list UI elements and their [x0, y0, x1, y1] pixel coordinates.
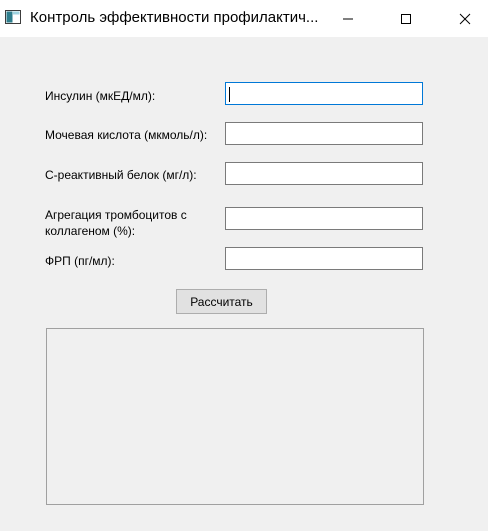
- maximize-button[interactable]: [383, 0, 429, 37]
- calculate-button[interactable]: Рассчитать: [176, 289, 267, 314]
- platelet-aggregation-label: Агрегация тромбоцитов с коллагеном (%):: [45, 208, 187, 238]
- minimize-button[interactable]: [325, 0, 371, 37]
- uric-acid-label: Мочевая кислота (мкмоль/л):: [45, 128, 208, 142]
- uric-acid-input[interactable]: [225, 122, 423, 145]
- frp-label: ФРП (пг/мл):: [45, 254, 115, 268]
- frp-input[interactable]: [225, 247, 423, 270]
- crp-label: С-реактивный белок (мг/л):: [45, 168, 197, 182]
- result-output-area[interactable]: [46, 328, 424, 505]
- window-title: Контроль эффективности профилактич...: [30, 9, 319, 26]
- platelet-aggregation-input[interactable]: [225, 207, 423, 230]
- crp-input[interactable]: [225, 162, 423, 185]
- title-bar[interactable]: Контроль эффективности профилактич...: [0, 0, 488, 37]
- maximize-icon: [401, 13, 411, 24]
- insulin-input[interactable]: [225, 82, 423, 105]
- close-icon: [459, 13, 471, 24]
- minimize-icon: [343, 18, 353, 19]
- text-caret: [229, 87, 230, 102]
- insulin-label: Инсулин (мкЕД/мл):: [45, 89, 156, 103]
- app-window-icon: [5, 10, 21, 24]
- close-button[interactable]: [442, 0, 488, 37]
